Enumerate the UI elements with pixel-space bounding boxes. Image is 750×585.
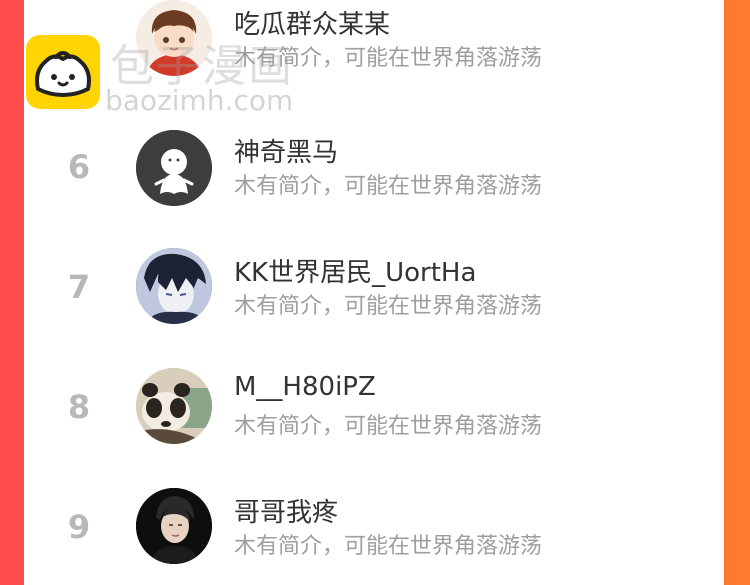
person-photo-avatar-icon <box>136 488 212 564</box>
user-name[interactable]: KK世界居民_UortHa <box>234 252 476 289</box>
list-item[interactable]: 7 KK世界居民_UortHa 木有简介，可能在世界角落游荡 <box>24 240 724 340</box>
screen: 5 吃瓜群众某某 木有简介，可能在世界角落游荡 6 <box>0 0 750 585</box>
baozi-logo-icon <box>26 35 100 109</box>
user-avatar[interactable] <box>136 248 212 324</box>
user-name[interactable]: 哥哥我疼 <box>234 492 338 529</box>
panda-cat-avatar-icon <box>136 368 212 444</box>
user-description: 木有简介，可能在世界角落游荡 <box>234 294 543 319</box>
list-item[interactable]: 9 哥哥我疼 木有简介，可能在世界角落游荡 <box>24 480 724 580</box>
rank-number: 8 <box>67 388 91 426</box>
default-ghost-avatar-icon <box>136 130 212 206</box>
watermark-url: baozimh.com <box>105 84 294 117</box>
user-avatar[interactable] <box>136 130 212 206</box>
list-item[interactable]: 8 M__H80iPZ 木有简介，可能在世界角落游荡 <box>24 360 724 460</box>
rank-number: 9 <box>67 508 91 546</box>
user-avatar[interactable] <box>136 368 212 444</box>
user-avatar[interactable] <box>136 488 212 564</box>
user-description: 木有简介，可能在世界角落游荡 <box>234 534 543 559</box>
anime-dark-hair-avatar-icon <box>136 248 212 324</box>
list-item[interactable]: 6 神奇黑马 木有简介，可能在世界角落游荡 <box>24 120 724 220</box>
user-name[interactable]: 神奇黑马 <box>234 132 338 169</box>
rank-number: 7 <box>67 268 91 306</box>
user-description: 木有简介，可能在世界角落游荡 <box>234 174 543 199</box>
user-name[interactable]: M__H80iPZ <box>234 372 376 402</box>
user-description: 木有简介，可能在世界角落游荡 <box>234 414 543 439</box>
rank-number: 6 <box>67 148 91 186</box>
